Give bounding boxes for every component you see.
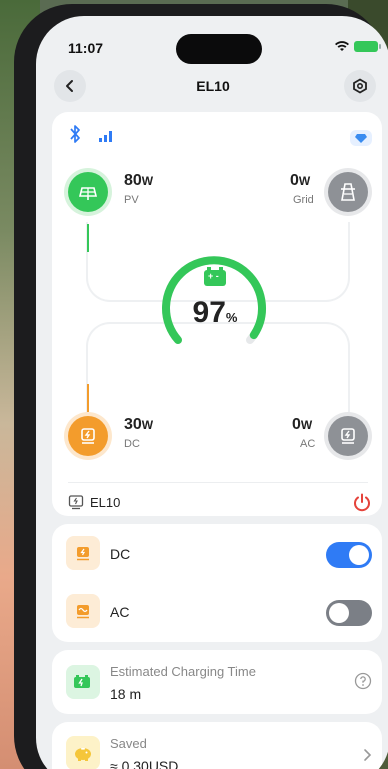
dc-output-tile xyxy=(66,536,100,570)
dc-socket-icon xyxy=(77,547,89,561)
status-bar: 11:07 xyxy=(36,16,388,68)
dc-node[interactable] xyxy=(64,412,112,460)
help-icon[interactable] xyxy=(354,672,372,690)
ac-output-tile xyxy=(66,594,100,628)
signal-bars-icon xyxy=(99,131,112,142)
app-screen: 11:07 EL10 80W PV 0W Grid + - 97% 30W DC… xyxy=(36,16,388,769)
charging-time-card: Estimated Charging Time 18 m xyxy=(52,650,382,714)
dynamic-island xyxy=(176,34,262,64)
premium-diamond-icon xyxy=(355,134,367,143)
ac-output-toggle[interactable] xyxy=(326,600,372,626)
card-divider xyxy=(68,482,368,483)
wifi-icon xyxy=(335,41,349,51)
pv-node[interactable] xyxy=(64,168,112,216)
pv-flow-indicator xyxy=(87,224,89,252)
ac-node[interactable] xyxy=(324,412,372,460)
solar-panel-icon xyxy=(78,187,98,200)
dc-flow-indicator xyxy=(87,384,89,412)
dc-output-label: DC xyxy=(110,546,131,562)
toggle-knob xyxy=(349,545,369,565)
charging-battery-icon xyxy=(74,675,90,688)
battery-icon: + - xyxy=(204,267,226,286)
settings-button[interactable] xyxy=(344,70,376,102)
dc-value: 30W xyxy=(124,416,154,433)
saved-title: Saved xyxy=(110,736,147,751)
saved-card[interactable]: Saved ≈ 0.30USD xyxy=(52,722,382,769)
grid-tower-icon xyxy=(341,183,355,201)
charging-tile xyxy=(66,665,100,699)
saved-value: ≈ 0.30USD xyxy=(110,758,179,769)
energy-flow-card: 80W PV 0W Grid + - 97% 30W DC 0W AC EL10 xyxy=(52,112,382,516)
chevron-right-icon xyxy=(364,749,372,761)
grid-label: Grid xyxy=(293,194,314,206)
charging-time-title: Estimated Charging Time xyxy=(110,664,256,679)
page-title: EL10 xyxy=(196,78,230,94)
device-icon xyxy=(68,495,84,510)
saved-tile xyxy=(66,736,100,769)
ac-output-label: AC xyxy=(110,604,130,620)
toggle-knob xyxy=(329,603,349,623)
dc-label: DC xyxy=(124,438,140,450)
battery-percent: 97% xyxy=(192,296,238,329)
dc-output-toggle[interactable] xyxy=(326,542,372,568)
device-name: EL10 xyxy=(90,495,121,510)
dc-output-icon xyxy=(81,428,95,444)
settings-hex-icon xyxy=(353,78,367,94)
phone-frame: 11:07 EL10 80W PV 0W Grid + - 97% 30W DC… xyxy=(14,4,388,769)
ac-value: 0W xyxy=(292,416,313,433)
status-battery-icon xyxy=(354,41,381,52)
power-button[interactable] xyxy=(352,492,372,512)
nav-bar: EL10 xyxy=(36,68,388,108)
charging-time-value: 18 m xyxy=(110,686,142,702)
premium-badge[interactable] xyxy=(350,130,372,146)
ac-socket-icon xyxy=(77,605,89,619)
outputs-card: DC AC xyxy=(52,524,382,642)
grid-node[interactable] xyxy=(324,168,372,216)
ac-label: AC xyxy=(300,438,316,450)
pv-value: 80W xyxy=(124,172,154,189)
status-time: 11:07 xyxy=(68,40,104,56)
ac-output-icon xyxy=(341,428,355,444)
bluetooth-icon xyxy=(70,125,80,143)
pv-label: PV xyxy=(124,194,139,206)
grid-value: 0W xyxy=(290,172,311,189)
piggy-bank-icon xyxy=(75,748,91,761)
